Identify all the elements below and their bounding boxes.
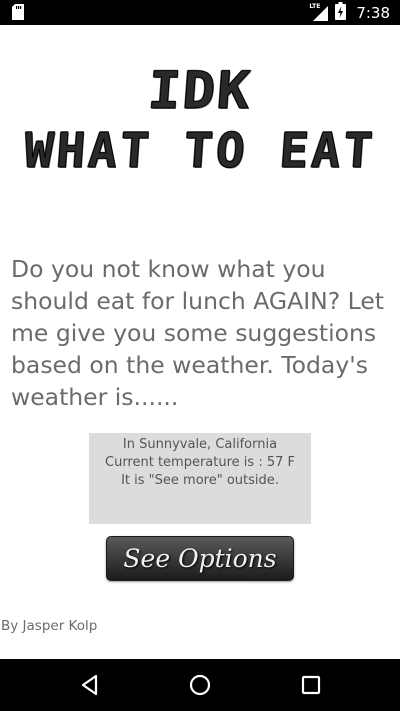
lte-signal-icon: LTE [309, 3, 329, 22]
author-credit: By Jasper Kolp [1, 618, 98, 634]
intro-text: Do you not know what you should eat for … [11, 255, 385, 411]
title-line-2: WHAT TO EAT [22, 123, 378, 180]
see-options-button[interactable]: See Options [106, 536, 294, 581]
recents-icon[interactable] [298, 672, 324, 698]
see-options-label: See Options [123, 544, 277, 573]
title-line-1: IDK [146, 60, 255, 121]
weather-location: In Sunnyvale, California [122, 437, 278, 452]
status-bar: LTE 7:38 [0, 0, 400, 25]
battery-icon [335, 2, 347, 24]
back-icon[interactable] [77, 672, 103, 698]
clock: 7:38 [356, 4, 390, 22]
app-title: IDK WHAT TO EAT [0, 60, 400, 180]
weather-condition: It is "See more" outside. [121, 473, 279, 488]
home-icon[interactable] [187, 672, 213, 698]
weather-info-box: In Sunnyvale, California Current tempera… [89, 433, 311, 524]
sd-card-icon [12, 4, 24, 24]
navigation-bar [0, 659, 400, 711]
weather-temperature: Current temperature is : 57 F [105, 455, 295, 470]
